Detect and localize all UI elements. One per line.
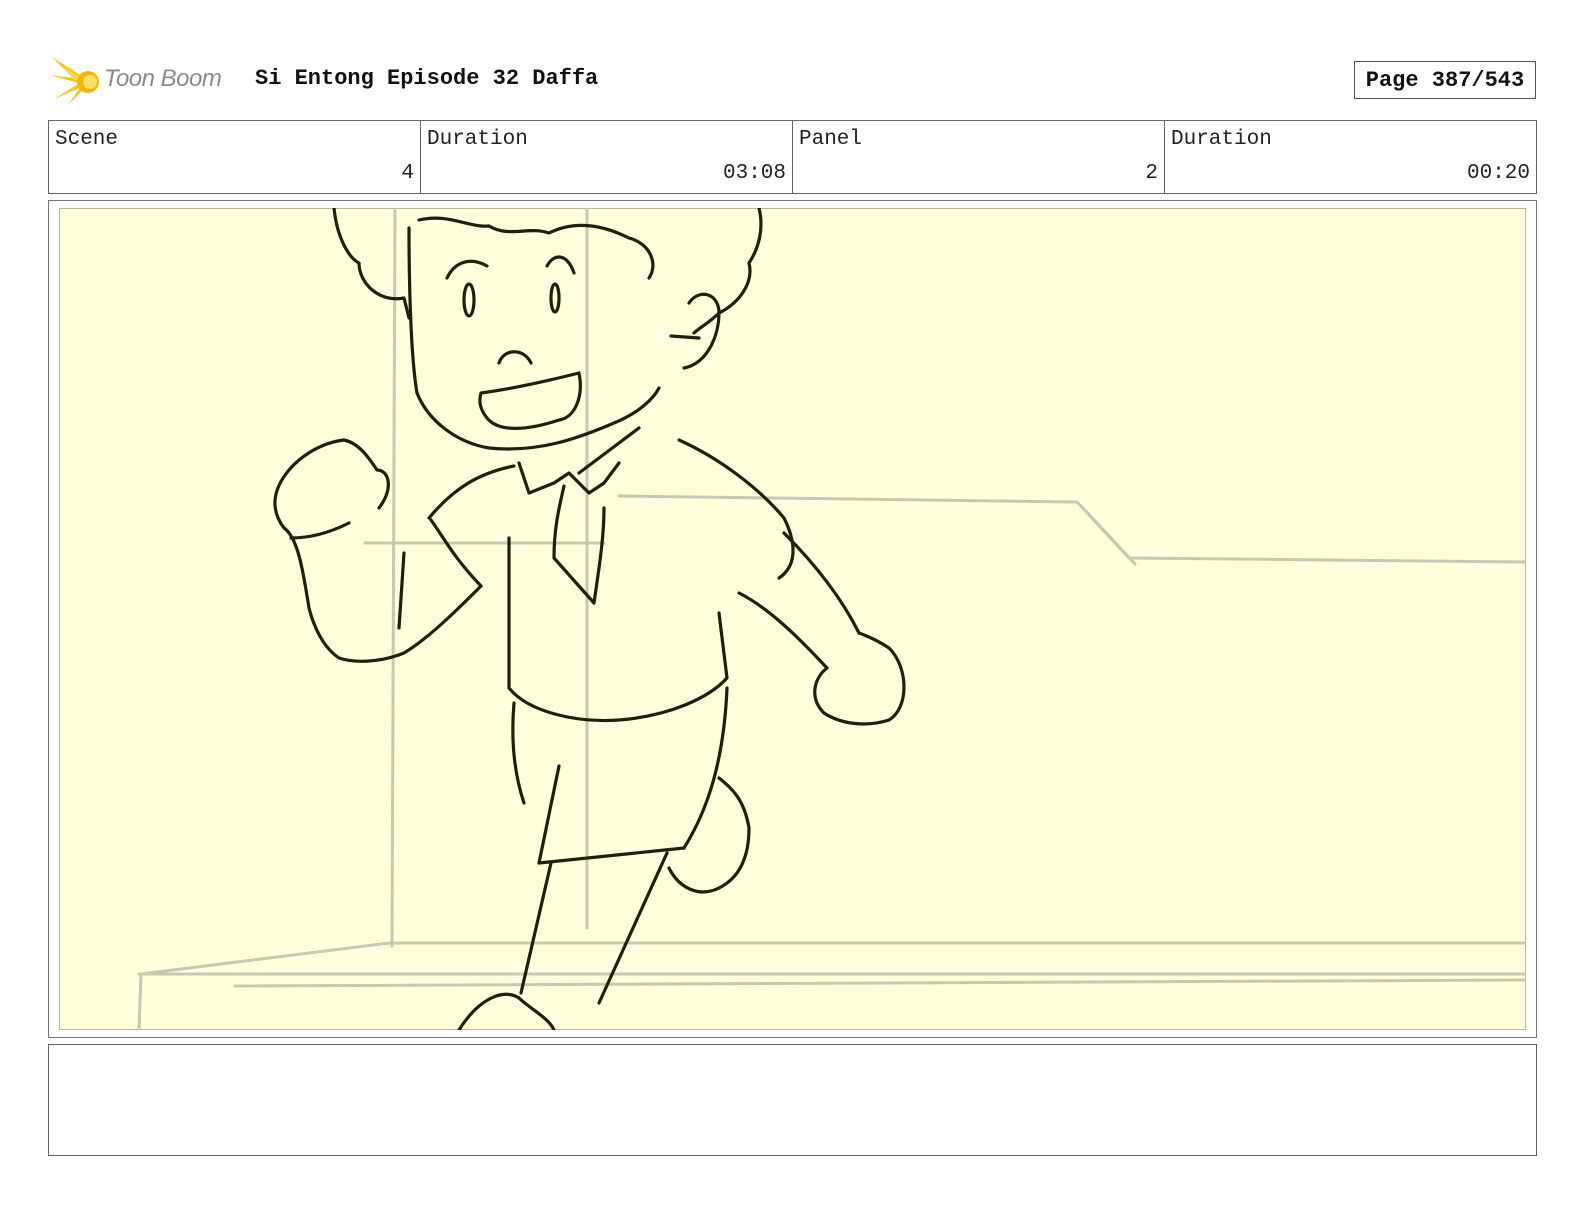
scene-info-table: Scene 4 Duration 03:08 Panel 2 Duration …	[48, 120, 1537, 194]
toon-boom-logo: Toon Boom	[50, 55, 240, 107]
character-sketch	[59, 208, 1526, 1030]
panel-sketch	[59, 208, 1526, 1030]
document-title: Si Entong Episode 32 Daffa	[255, 66, 599, 91]
panel-duration-cell: Duration 00:20	[1165, 121, 1536, 193]
panel-cell: Panel 2	[793, 121, 1165, 193]
scene-cell: Scene 4	[49, 121, 421, 193]
scene-label: Scene	[55, 128, 119, 151]
panel-notes	[48, 1044, 1537, 1156]
panel-number: 2	[1145, 162, 1158, 185]
scene-number: 4	[401, 162, 414, 185]
panel-duration-label: Duration	[1171, 128, 1272, 151]
panel-duration-value: 00:20	[1466, 162, 1530, 185]
scene-duration-value: 03:08	[722, 162, 786, 185]
storyboard-panel	[48, 200, 1537, 1038]
page-indicator: Page 387/543	[1354, 61, 1536, 99]
panel-label: Panel	[799, 128, 863, 151]
logo-text: Toon Boom	[104, 65, 222, 92]
scene-duration-label: Duration	[427, 128, 528, 151]
scene-duration-cell: Duration 03:08	[421, 121, 793, 193]
starburst-icon	[50, 57, 99, 105]
